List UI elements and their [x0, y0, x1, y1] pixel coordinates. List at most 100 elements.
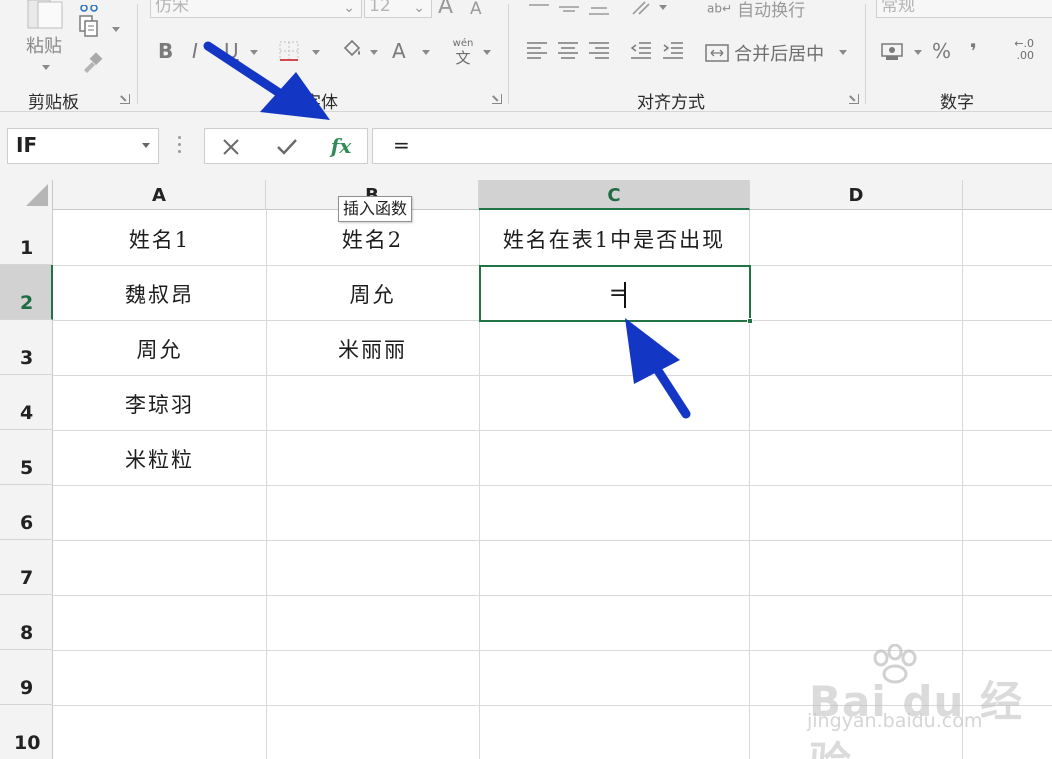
- top-align-icon[interactable]: [527, 0, 551, 14]
- font-color-button[interactable]: A: [392, 40, 406, 62]
- row-header-5[interactable]: 5: [0, 430, 53, 485]
- column-header-a[interactable]: A: [53, 180, 266, 210]
- row-header-10[interactable]: 10: [0, 705, 53, 759]
- row-header-2[interactable]: 2: [0, 265, 53, 320]
- bottom-align-icon[interactable]: [587, 0, 611, 18]
- copy-dropdown-icon[interactable]: [112, 27, 120, 32]
- font-color-dropdown-icon[interactable]: [422, 50, 430, 55]
- number-group-label: 数字: [940, 93, 974, 112]
- cell-a3[interactable]: 周允: [53, 322, 266, 377]
- formula-bar-grip-icon[interactable]: [178, 136, 182, 156]
- insert-function-tooltip: 插入函数: [338, 196, 413, 222]
- name-box-value: IF: [16, 133, 38, 157]
- middle-align-icon[interactable]: [557, 0, 581, 14]
- row-header-8[interactable]: 8: [0, 595, 53, 650]
- baidu-watermark: Bai du 经验 jingyan.baidu.com: [805, 640, 1045, 759]
- merge-dropdown-icon[interactable]: [839, 50, 847, 55]
- number-format-select[interactable]: 常规: [876, 0, 1052, 18]
- decrease-font-button[interactable]: A: [470, 0, 482, 20]
- copy-icon[interactable]: [78, 14, 102, 40]
- font-name-select[interactable]: 仿宋 ⌄: [150, 0, 362, 18]
- enter-button[interactable]: [267, 129, 307, 163]
- wrap-text-button[interactable]: ab↵ 自动换行: [707, 0, 805, 21]
- cell-b3[interactable]: 米丽丽: [266, 322, 479, 377]
- column-headers: A B C D: [0, 180, 1052, 210]
- watermark-url: jingyan.baidu.com: [807, 710, 983, 732]
- pinyin-button[interactable]: wén 文: [450, 38, 476, 68]
- alignment-launcher-icon[interactable]: [849, 94, 859, 104]
- format-painter-icon[interactable]: [80, 50, 104, 74]
- underline-button[interactable]: U: [224, 40, 239, 62]
- fill-color-dropdown-icon[interactable]: [370, 50, 378, 55]
- row-header-7[interactable]: 7: [0, 540, 53, 595]
- paste-dropdown-icon[interactable]: [42, 65, 50, 70]
- cell-a5[interactable]: 米粒粒: [53, 432, 266, 487]
- cell-a1[interactable]: 姓名1: [53, 212, 266, 267]
- font-launcher-icon[interactable]: [492, 94, 502, 104]
- orientation-icon[interactable]: [629, 0, 655, 18]
- wrap-text-icon: ab↵: [707, 1, 733, 16]
- column-header-e[interactable]: [963, 180, 1052, 210]
- select-all-button[interactable]: [0, 180, 53, 210]
- name-box-dropdown-icon[interactable]: [142, 143, 150, 148]
- increase-indent-icon[interactable]: [661, 40, 685, 62]
- cut-icon[interactable]: [78, 0, 102, 12]
- fx-icon: fx: [330, 134, 352, 158]
- row-header-4[interactable]: 4: [0, 375, 53, 430]
- merge-center-button[interactable]: 合并后居中: [705, 40, 824, 65]
- border-dropdown-icon[interactable]: [312, 50, 320, 55]
- cancel-button[interactable]: [211, 129, 251, 163]
- formula-value: =: [393, 133, 410, 157]
- clipboard-launcher-icon[interactable]: [120, 94, 130, 104]
- paste-icon[interactable]: [26, 0, 66, 30]
- clipboard-group: 粘贴 剪贴板: [0, 0, 137, 112]
- row-header-6[interactable]: 6: [0, 485, 53, 540]
- decrease-indent-icon[interactable]: [629, 40, 653, 62]
- alignment-group: ab↵ 自动换行 合并后居中 对齐方式: [509, 0, 865, 111]
- increase-decimal-button[interactable]: ←.0 .00: [1004, 38, 1034, 62]
- currency-dropdown-icon[interactable]: [914, 50, 922, 55]
- percent-button[interactable]: %: [932, 40, 951, 62]
- paste-button[interactable]: 粘贴: [26, 32, 62, 58]
- cell-c1[interactable]: 姓名在表1中是否出现: [479, 212, 749, 267]
- align-right-icon[interactable]: [587, 40, 611, 62]
- formula-input[interactable]: =: [372, 128, 1052, 164]
- increase-font-button[interactable]: A: [438, 0, 453, 18]
- gridline: [53, 540, 1052, 541]
- number-format-value: 常规: [881, 0, 915, 16]
- row-header-9[interactable]: 9: [0, 650, 53, 705]
- row-headers: 1 2 3 4 5 6 7 8 9 10: [0, 210, 53, 759]
- align-center-icon[interactable]: [556, 40, 580, 62]
- align-left-icon[interactable]: [525, 40, 549, 62]
- pinyin-dropdown-icon[interactable]: [483, 50, 491, 55]
- cell-a4[interactable]: 李琼羽: [53, 377, 266, 432]
- border-icon[interactable]: [278, 40, 300, 62]
- column-header-d[interactable]: D: [750, 180, 963, 210]
- cell-b2[interactable]: 周允: [266, 267, 479, 322]
- clipboard-group-label: 剪贴板: [28, 93, 79, 112]
- row-header-1[interactable]: 1: [0, 210, 53, 265]
- font-name-value: 仿宋: [155, 0, 189, 16]
- ribbon: 粘贴 剪贴板 仿宋 ⌄ 12 ⌄ A A B I U A wén 文 字体 ab…: [0, 0, 1052, 112]
- cell-a2[interactable]: 魏叔昂: [53, 267, 266, 322]
- orientation-dropdown-icon[interactable]: [659, 5, 667, 10]
- number-group: 常规 % ❜ ←.0 .00 数字: [866, 0, 1052, 112]
- chevron-down-icon: ⌄: [343, 0, 355, 16]
- active-cell-c2[interactable]: =: [479, 265, 753, 324]
- italic-button[interactable]: I: [192, 40, 198, 62]
- pinyin-char: 文: [455, 49, 471, 67]
- insert-function-button[interactable]: fx: [321, 129, 361, 163]
- font-group: 仿宋 ⌄ 12 ⌄ A A B I U A wén 文 字体: [138, 0, 508, 111]
- underline-dropdown-icon[interactable]: [250, 50, 258, 55]
- currency-icon[interactable]: [880, 40, 906, 62]
- fill-handle[interactable]: [747, 318, 753, 324]
- name-box[interactable]: IF: [7, 128, 159, 164]
- column-header-c[interactable]: C: [479, 180, 750, 210]
- font-size-select[interactable]: 12 ⌄: [364, 0, 432, 18]
- check-icon: [277, 138, 297, 155]
- bold-button[interactable]: B: [158, 40, 173, 62]
- row-header-3[interactable]: 3: [0, 320, 53, 375]
- comma-button[interactable]: ❜: [970, 40, 977, 62]
- increase-decimal-bottom: .00: [1016, 49, 1035, 62]
- fill-color-icon[interactable]: [340, 38, 364, 62]
